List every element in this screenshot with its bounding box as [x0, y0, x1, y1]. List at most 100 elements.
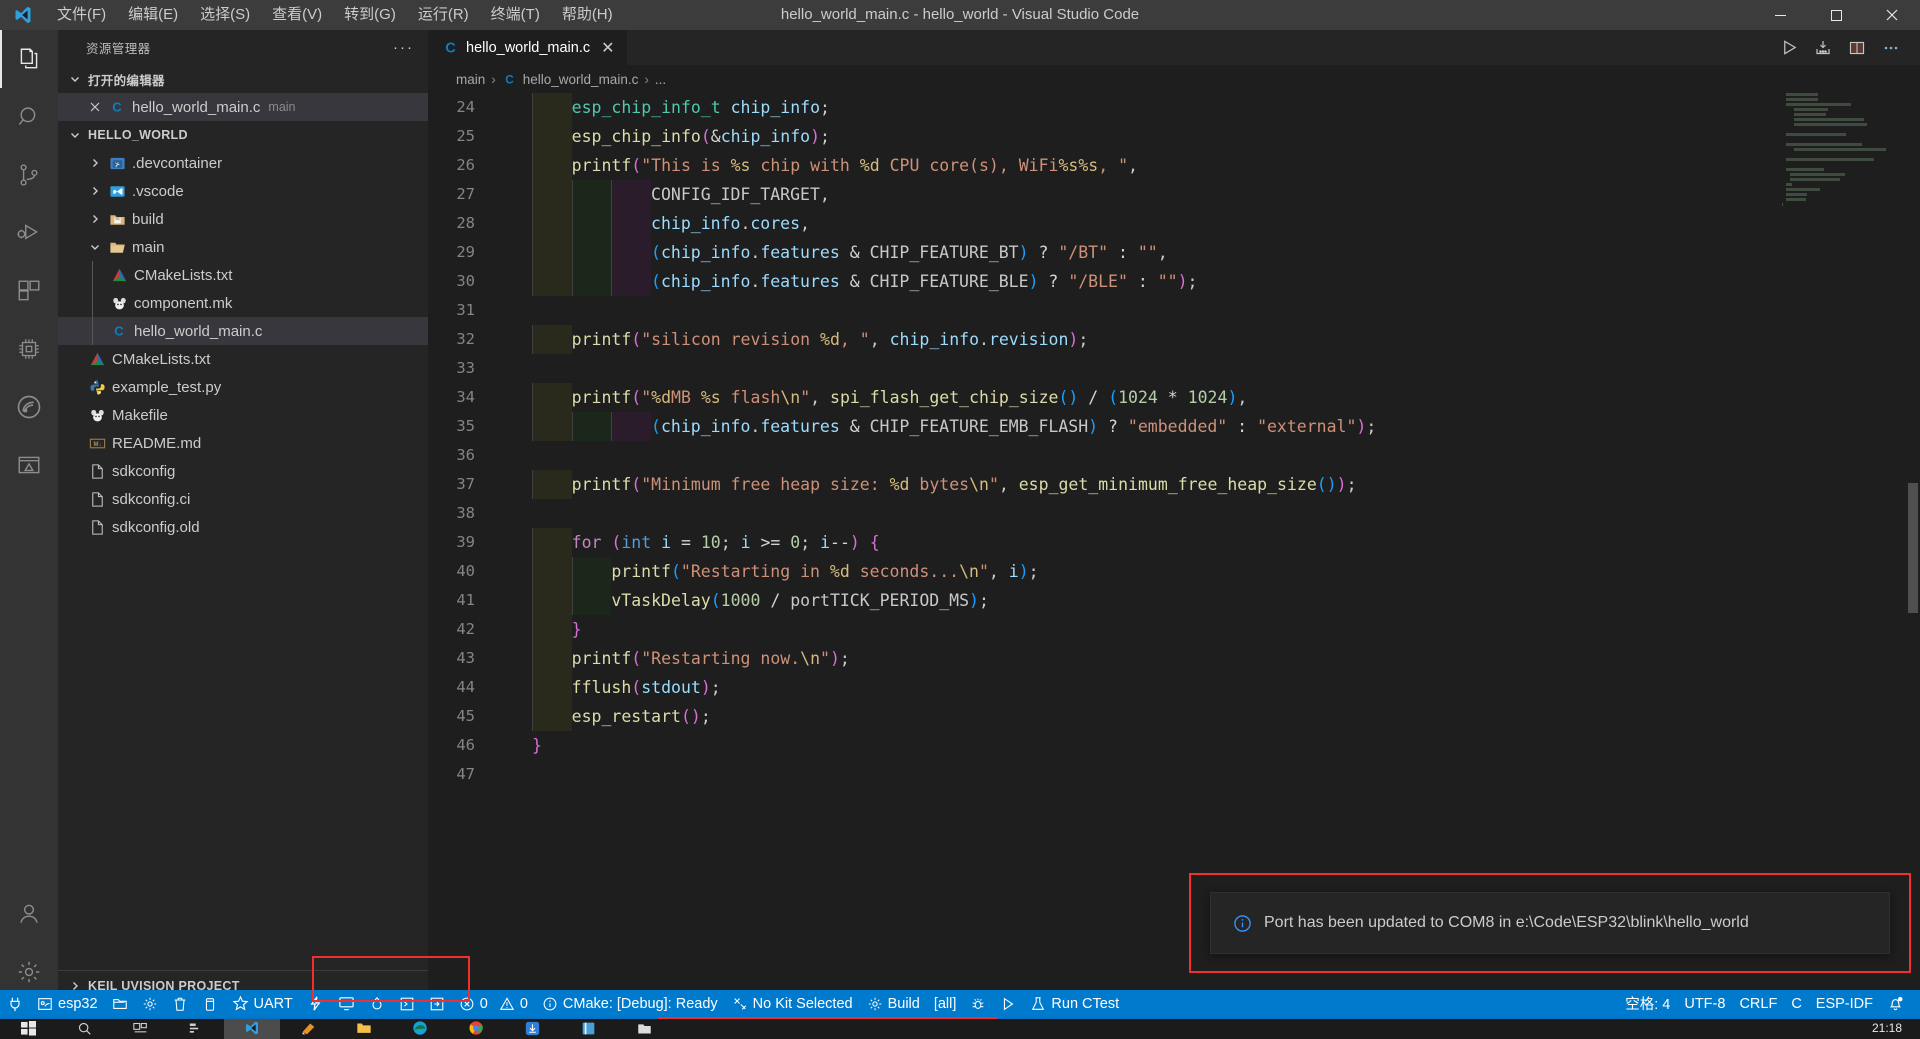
fold-gutter[interactable]: [503, 383, 532, 412]
status-esp-idf[interactable]: ESP-IDF: [1809, 990, 1880, 1017]
status-problems-errors[interactable]: 0 0: [452, 990, 535, 1017]
breadcrumb-symbol[interactable]: ...: [655, 72, 666, 87]
fold-gutter[interactable]: [503, 180, 532, 209]
fold-gutter[interactable]: [503, 499, 532, 528]
close-icon[interactable]: [1864, 0, 1920, 30]
status-run-ctest[interactable]: Run CTest: [1023, 990, 1126, 1017]
fold-gutter[interactable]: [503, 296, 532, 325]
tree-item-root-cmakelists[interactable]: CMakeLists.txt: [58, 345, 428, 373]
breadcrumb-file[interactable]: hello_world_main.c: [523, 72, 639, 87]
status-cmake-build[interactable]: Build: [860, 990, 927, 1017]
tree-item-devcontainer[interactable]: ⊁ .devcontainer: [58, 149, 428, 177]
fold-gutter[interactable]: [503, 644, 532, 673]
split-editor-icon[interactable]: [1840, 30, 1874, 65]
editor-scrollbar[interactable]: [1908, 483, 1918, 613]
status-esp-port[interactable]: [0, 990, 30, 1017]
tab-close-icon[interactable]: ✕: [601, 38, 614, 58]
status-cmake-ready[interactable]: CMake: [Debug]: Ready: [535, 990, 725, 1017]
folder-icon[interactable]: [336, 1017, 392, 1039]
tree-item-makefile[interactable]: Makefile: [58, 401, 428, 429]
activity-explorer[interactable]: [0, 30, 58, 88]
status-esp-target[interactable]: esp32: [30, 990, 105, 1017]
archive-icon[interactable]: [616, 1017, 672, 1039]
taskbar-clock[interactable]: 21:18: [1872, 1022, 1920, 1034]
menu-selection[interactable]: 选择(S): [189, 0, 261, 30]
status-cmake-launch[interactable]: [993, 990, 1023, 1017]
minimize-icon[interactable]: [1752, 0, 1808, 30]
fold-gutter[interactable]: [503, 528, 532, 557]
fold-gutter[interactable]: [503, 760, 532, 789]
status-cmake-target[interactable]: [all]: [927, 990, 964, 1017]
sidebar-more-icon[interactable]: ···: [393, 39, 414, 56]
fold-gutter[interactable]: [503, 615, 532, 644]
vscode-taskbar-icon[interactable]: [224, 1017, 280, 1039]
maximize-icon[interactable]: [1808, 0, 1864, 30]
tree-item-component-mk[interactable]: component.mk: [58, 289, 428, 317]
tree-item-sdkconfig-old[interactable]: sdkconfig.old: [58, 513, 428, 541]
open-editor-item[interactable]: C hello_world_main.c main: [58, 93, 428, 121]
status-notifications[interactable]: [1880, 990, 1920, 1017]
menu-terminal[interactable]: 终端(T): [480, 0, 551, 30]
tree-item-main[interactable]: main: [58, 233, 428, 261]
more-actions-icon[interactable]: [1874, 30, 1908, 65]
status-esp-open[interactable]: [422, 990, 452, 1017]
fold-gutter[interactable]: [503, 586, 532, 615]
fold-gutter[interactable]: [503, 122, 532, 151]
status-eol[interactable]: CRLF: [1732, 990, 1784, 1017]
activity-extensions[interactable]: [0, 262, 58, 320]
code-viewport[interactable]: 24 esp_chip_info_t chip_info; 25 esp_chip_i…: [428, 93, 1920, 1001]
run-icon[interactable]: [1772, 30, 1806, 65]
status-cmake-debug[interactable]: [963, 990, 993, 1017]
status-esp-monitor[interactable]: [331, 990, 362, 1017]
fold-gutter[interactable]: [503, 238, 532, 267]
tab-hello-world-main-c[interactable]: C hello_world_main.c ✕: [428, 30, 628, 65]
notification-toast[interactable]: Port has been updated to COM8 in e:\Code…: [1210, 892, 1890, 954]
status-language-mode[interactable]: C: [1784, 990, 1808, 1017]
download-app-icon[interactable]: [504, 1017, 560, 1039]
section-open-editors[interactable]: 打开的编辑器: [58, 65, 428, 93]
status-esp-terminal[interactable]: [392, 990, 422, 1017]
fold-gutter[interactable]: [503, 673, 532, 702]
activity-espressif[interactable]: [0, 378, 58, 436]
fold-gutter[interactable]: [503, 209, 532, 238]
fold-gutter[interactable]: [503, 702, 532, 731]
task-view-icon[interactable]: [112, 1017, 168, 1039]
menu-view[interactable]: 查看(V): [261, 0, 333, 30]
fold-gutter[interactable]: [503, 412, 532, 441]
activity-keil[interactable]: [0, 436, 58, 494]
breadcrumb-main[interactable]: main: [456, 72, 485, 87]
search-taskbar-icon[interactable]: [56, 1017, 112, 1039]
run-debug-file-icon[interactable]: [1806, 30, 1840, 65]
close-icon[interactable]: [84, 101, 106, 113]
status-esp-menuconfig[interactable]: [135, 990, 165, 1017]
fold-gutter[interactable]: [503, 731, 532, 760]
status-indentation[interactable]: 空格: 4: [1618, 990, 1677, 1017]
section-workspace[interactable]: HELLO_WORLD: [58, 121, 428, 149]
menu-run[interactable]: 运行(R): [407, 0, 480, 30]
status-esp-flame[interactable]: [362, 990, 392, 1017]
status-esp-fullclean[interactable]: [165, 990, 195, 1017]
fold-gutter[interactable]: [503, 325, 532, 354]
status-esp-folder[interactable]: [105, 990, 135, 1017]
orange-app-icon[interactable]: [280, 1017, 336, 1039]
status-cmake-kit[interactable]: No Kit Selected: [725, 990, 860, 1017]
chrome-icon[interactable]: [448, 1017, 504, 1039]
fold-gutter[interactable]: [503, 470, 532, 499]
fold-gutter[interactable]: [503, 354, 532, 383]
tree-item-hello-world-main-c[interactable]: C hello_world_main.c: [58, 317, 428, 345]
tree-item-build[interactable]: build: [58, 205, 428, 233]
menu-file[interactable]: 文件(F): [46, 0, 117, 30]
status-esp-device[interactable]: [195, 990, 225, 1017]
menu-help[interactable]: 帮助(H): [551, 0, 624, 30]
book-icon[interactable]: [560, 1017, 616, 1039]
widgets-icon[interactable]: [168, 1017, 224, 1039]
activity-accounts[interactable]: [0, 885, 58, 943]
status-esp-flash[interactable]: [300, 990, 331, 1017]
tree-item-example-test-py[interactable]: example_test.py: [58, 373, 428, 401]
menu-edit[interactable]: 编辑(E): [117, 0, 189, 30]
activity-search[interactable]: [0, 88, 58, 146]
tree-item-readme-md[interactable]: M↓ README.md: [58, 429, 428, 457]
fold-gutter[interactable]: [503, 267, 532, 296]
edge-icon[interactable]: [392, 1017, 448, 1039]
start-button[interactable]: [0, 1017, 56, 1039]
